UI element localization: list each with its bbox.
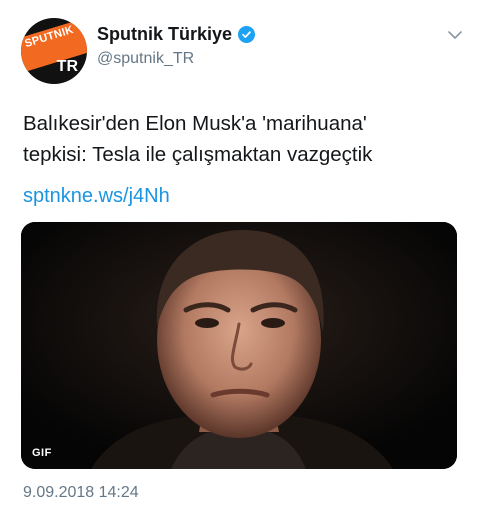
chevron-down-icon[interactable]	[447, 28, 463, 40]
tweet-text-line-2: tepkisi: Tesla ile çalışmaktan vazgeçtik	[23, 143, 373, 166]
tweet-text: Balıkesir'den Elon Musk'a 'marihuana' te…	[23, 108, 463, 170]
tweet-link[interactable]: sptnkne.ws/j4Nh	[23, 185, 170, 208]
avatar[interactable]: SPUTNIK TR	[21, 18, 87, 84]
tweet-text-line-1: Balıkesir'den Elon Musk'a 'marihuana'	[23, 112, 367, 135]
author-name-row: Sputnik Türkiye	[97, 24, 256, 45]
author-handle[interactable]: @sputnik_TR	[97, 50, 194, 68]
tweet-media-gif[interactable]: GIF	[21, 222, 457, 469]
display-name[interactable]: Sputnik Türkiye	[97, 24, 232, 45]
tweet-timestamp[interactable]: 9.09.2018 14:24	[23, 484, 139, 502]
verified-badge-icon	[238, 26, 256, 43]
gif-badge: GIF	[32, 447, 52, 459]
avatar-badge-text: TR	[56, 58, 78, 75]
media-portrait	[21, 222, 457, 469]
